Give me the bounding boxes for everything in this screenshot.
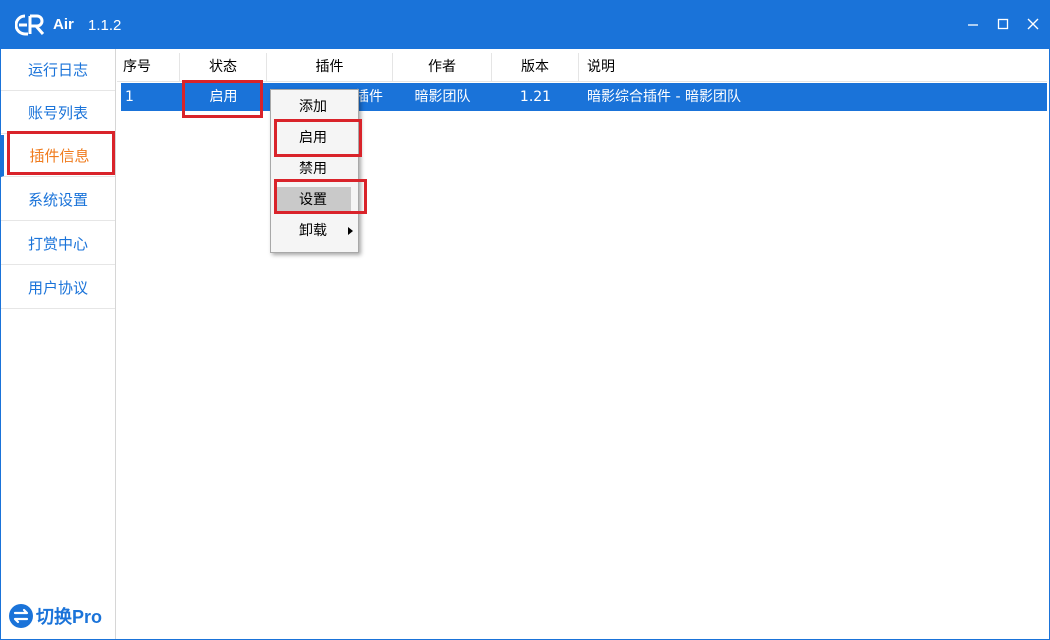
sidebar-item-account-list[interactable]: 账号列表	[1, 92, 115, 134]
cell-version: 1.21	[519, 89, 552, 105]
close-button[interactable]	[1019, 11, 1047, 37]
app-version: 1.1.2	[88, 17, 122, 34]
menu-item-add[interactable]: 添加	[275, 94, 351, 120]
app-logo-icon	[15, 14, 45, 36]
plugin-table: 序号 状态 插件 作者 版本 说明 1 启用 插件 暗影团队 1.21 暗影综合…	[117, 53, 1047, 637]
sidebar-item-label: 打赏中心	[27, 235, 88, 253]
menu-item-enable[interactable]: 启用	[275, 125, 351, 151]
menu-item-disable[interactable]: 禁用	[275, 156, 351, 182]
sidebar-item-user-agreement[interactable]: 用户协议	[1, 267, 115, 309]
sidebar-item-label: 运行日志	[27, 61, 88, 79]
minimize-icon	[968, 24, 978, 26]
column-header-status[interactable]: 状态	[180, 53, 267, 81]
sidebar-item-label: 插件信息	[29, 147, 90, 165]
cell-description: 暗影综合插件 - 暗影团队	[587, 89, 741, 105]
switch-pro-label: 切换Pro	[36, 607, 103, 627]
maximize-icon	[997, 18, 1009, 30]
sidebar-item-plugin-info[interactable]: 插件信息	[1, 135, 115, 177]
cell-index: 1	[125, 89, 134, 105]
switch-icon	[9, 604, 33, 628]
sidebar: 运行日志 账号列表 插件信息 系统设置 打赏中心 用户协议 切换Pro	[1, 49, 116, 639]
sidebar-item-run-log[interactable]: 运行日志	[1, 49, 115, 91]
sidebar-item-system-settings[interactable]: 系统设置	[1, 179, 115, 221]
column-header-index[interactable]: 序号	[117, 53, 180, 81]
menu-item-settings[interactable]: 设置	[275, 187, 351, 213]
cell-author: 暗影团队	[414, 89, 471, 105]
sidebar-item-label: 系统设置	[27, 191, 88, 209]
column-header-plugin[interactable]: 插件	[267, 53, 393, 81]
table-row[interactable]: 1 启用 插件 暗影团队 1.21 暗影综合插件 - 暗影团队	[121, 83, 1047, 111]
cell-status: 启用	[209, 89, 238, 105]
sidebar-item-label: 用户协议	[27, 279, 88, 297]
menu-item-uninstall-label: 卸载	[299, 223, 327, 239]
column-header-version[interactable]: 版本	[492, 53, 579, 81]
app-window: Air 1.1.2 运行日志 账号列表 插件信息 系统设置 打赏中心 用户协议	[0, 0, 1050, 640]
column-header-author[interactable]: 作者	[393, 53, 492, 81]
cell-plugin: 插件	[355, 89, 383, 105]
maximize-button[interactable]	[989, 11, 1017, 37]
app-name: Air	[53, 16, 74, 33]
context-menu: 添加 启用 禁用 设置 卸载	[270, 89, 359, 253]
minimize-button[interactable]	[959, 11, 987, 37]
column-header-description[interactable]: 说明	[579, 53, 1047, 81]
sidebar-item-donation-center[interactable]: 打赏中心	[1, 223, 115, 265]
sidebar-item-label: 账号列表	[27, 104, 88, 122]
switch-pro-button[interactable]: 切换Pro	[9, 601, 113, 631]
table-header: 序号 状态 插件 作者 版本 说明	[117, 53, 1047, 82]
title-bar[interactable]: Air 1.1.2	[1, 1, 1049, 49]
menu-item-uninstall[interactable]: 卸载	[275, 218, 353, 244]
close-icon	[1027, 18, 1039, 30]
submenu-arrow-icon	[348, 227, 353, 235]
